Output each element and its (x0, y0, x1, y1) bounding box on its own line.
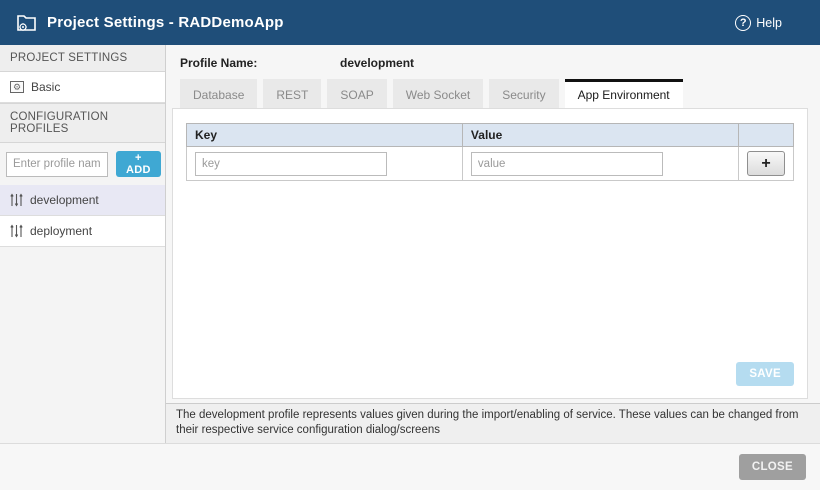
section-header-configuration-profiles: CONFIGURATION PROFILES (0, 103, 165, 143)
help-label: Help (756, 16, 782, 30)
add-profile-button[interactable]: + ADD (116, 151, 161, 177)
table-header-row: Key Value (187, 124, 794, 147)
key-column-header: Key (187, 124, 463, 147)
add-row-button[interactable]: + (747, 151, 785, 176)
dialog-body: PROJECT SETTINGS ⚙ Basic CONFIGURATION P… (0, 45, 820, 443)
close-button[interactable]: CLOSE (739, 454, 806, 480)
app-environment-panel: Key Value + (172, 108, 808, 399)
tab-bar: Database REST SOAP Web Socket Security A… (166, 72, 820, 108)
profile-item-label: deployment (30, 224, 92, 238)
sliders-icon (10, 224, 23, 238)
sidebar-item-basic-label: Basic (31, 80, 60, 94)
key-input[interactable] (195, 152, 387, 176)
add-profile-row: + ADD (0, 143, 165, 185)
basic-settings-icon: ⚙ (10, 81, 24, 93)
tab-rest[interactable]: REST (263, 79, 321, 108)
sliders-icon (10, 193, 23, 207)
value-input[interactable] (471, 152, 663, 176)
project-settings-icon (16, 13, 38, 32)
profile-item-development[interactable]: development (0, 185, 165, 216)
bottom-bar: CLOSE (0, 443, 820, 490)
value-column-header: Value (462, 124, 738, 147)
profile-name-input[interactable] (6, 152, 108, 177)
profile-name-value: development (340, 56, 414, 70)
key-value-table: Key Value + (186, 123, 794, 181)
window-title: Project Settings - RADDemoApp (47, 14, 284, 31)
profile-item-label: development (30, 193, 99, 207)
titlebar: Project Settings - RADDemoApp ? Help (0, 0, 820, 45)
tab-web-socket[interactable]: Web Socket (393, 79, 483, 108)
section-header-project-settings: PROJECT SETTINGS (0, 45, 165, 72)
action-column-header (738, 124, 793, 147)
tab-database[interactable]: Database (180, 79, 257, 108)
profile-name-row: Profile Name: development (166, 45, 820, 72)
tab-app-environment[interactable]: App Environment (565, 79, 683, 108)
main-panel: Profile Name: development Database REST … (166, 45, 820, 443)
sidebar: PROJECT SETTINGS ⚙ Basic CONFIGURATION P… (0, 45, 166, 443)
help-button[interactable]: ? Help (735, 15, 782, 31)
profile-note: The development profile represents value… (166, 403, 820, 443)
profile-item-deployment[interactable]: deployment (0, 216, 165, 247)
help-icon: ? (735, 15, 751, 31)
table-row: + (187, 147, 794, 181)
profile-name-label: Profile Name: (180, 56, 340, 70)
tab-security[interactable]: Security (489, 79, 558, 108)
sidebar-item-basic[interactable]: ⚙ Basic (0, 72, 165, 103)
tab-soap[interactable]: SOAP (327, 79, 386, 108)
save-button[interactable]: SAVE (736, 362, 794, 386)
